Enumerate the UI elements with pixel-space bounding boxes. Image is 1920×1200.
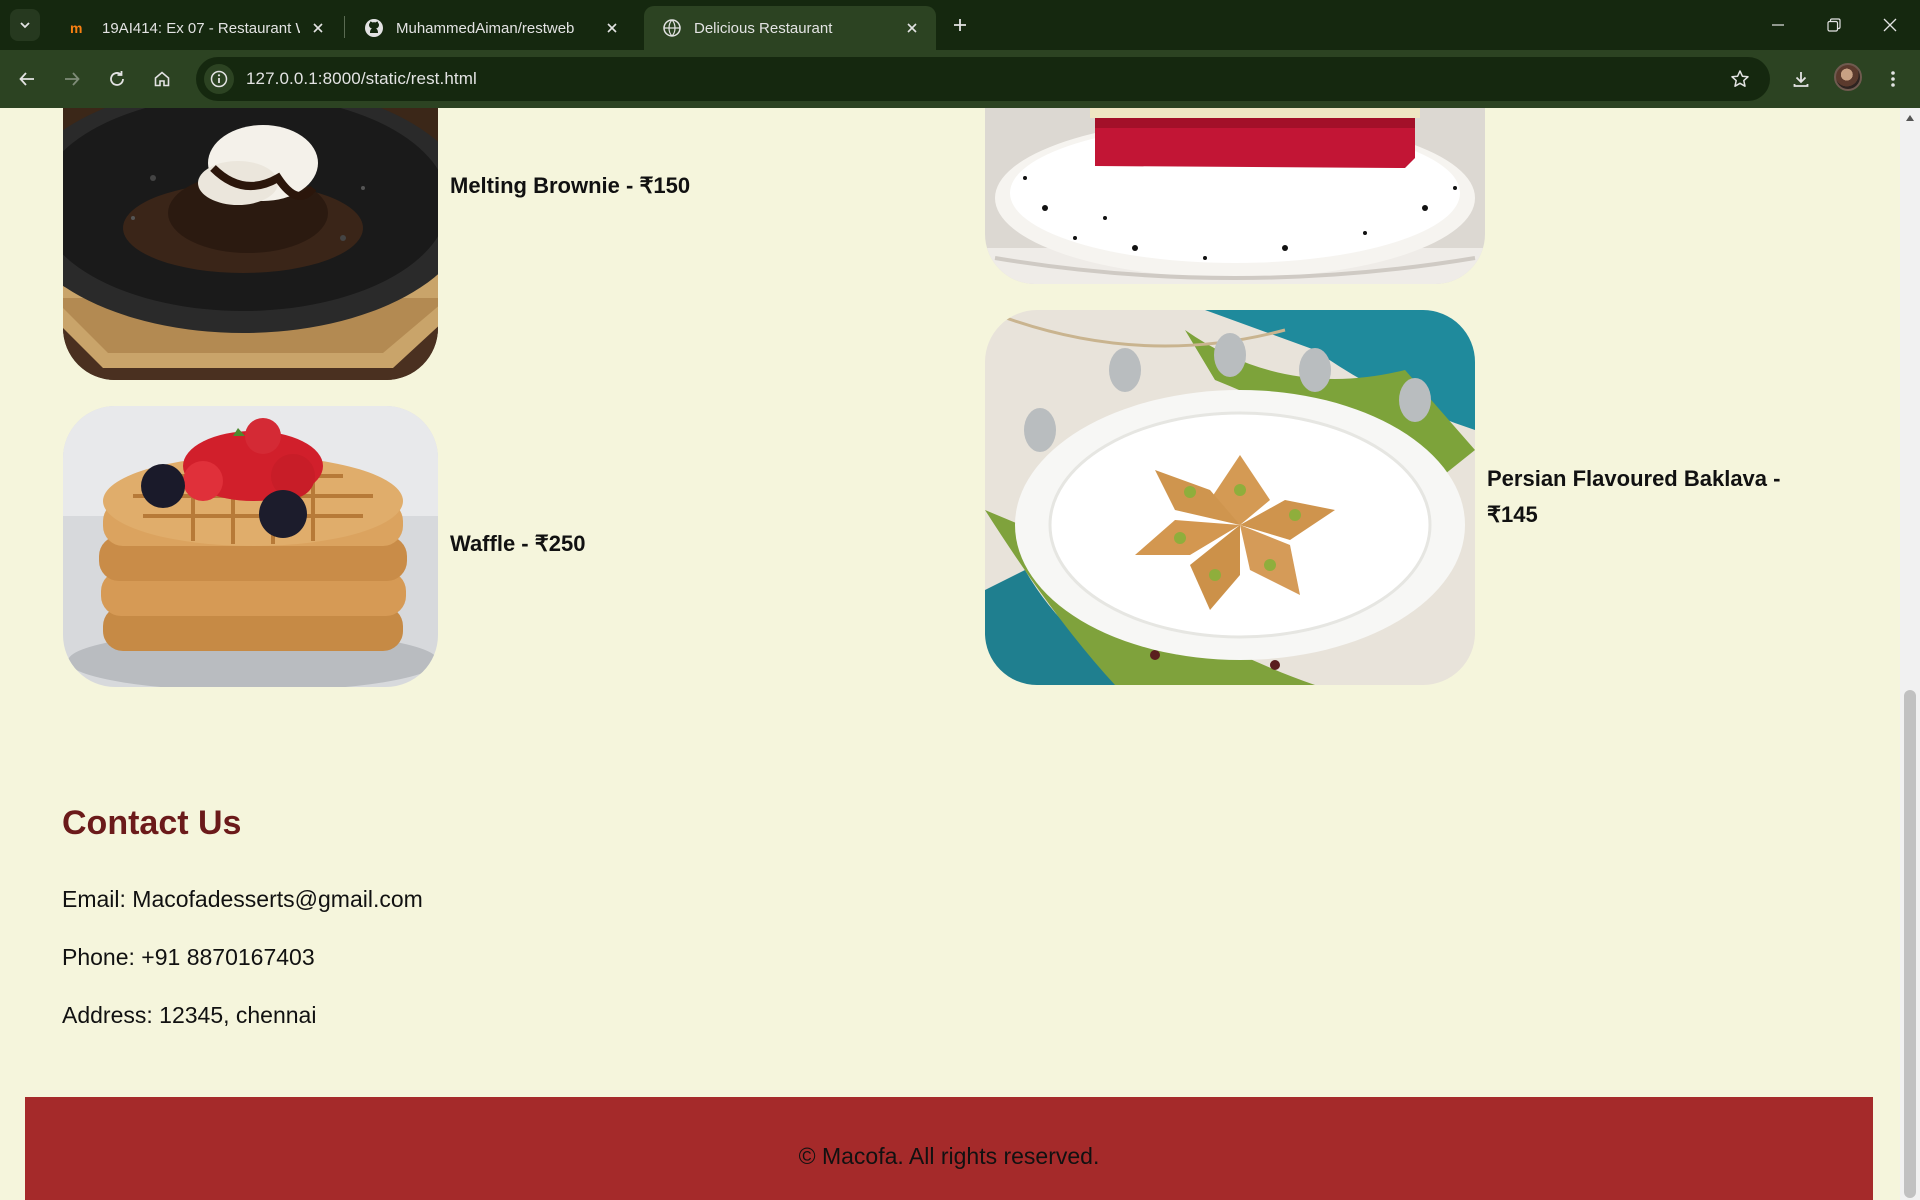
tab-title: MuhammedAiman/restweb xyxy=(396,19,575,37)
scrollbar-thumb[interactable] xyxy=(1904,690,1916,1198)
close-window-button[interactable] xyxy=(1862,0,1918,50)
minimize-icon xyxy=(1772,24,1784,26)
tab-separator xyxy=(344,16,345,38)
forward-button[interactable] xyxy=(55,62,89,96)
contact-heading: Contact Us xyxy=(62,804,242,842)
globe-icon xyxy=(662,18,682,38)
new-tab-button[interactable] xyxy=(946,11,974,39)
reload-icon xyxy=(110,71,124,86)
chevron-down-icon xyxy=(20,22,30,29)
page-footer: © Macofa. All rights reserved. xyxy=(25,1097,1873,1200)
back-button[interactable] xyxy=(10,62,44,96)
svg-text:m: m xyxy=(70,20,82,36)
waffle-image xyxy=(63,406,438,687)
site-info-icon[interactable] xyxy=(204,64,234,94)
close-icon xyxy=(1883,18,1897,32)
contact-address: Address: 12345, chennai xyxy=(62,1002,317,1028)
page-scrollbar[interactable] xyxy=(1900,108,1920,1200)
more-vertical-icon xyxy=(1891,71,1895,87)
tab-search-button[interactable] xyxy=(10,9,40,41)
menu-item-name: Melting Brownie - ₹150 xyxy=(450,173,691,198)
bookmark-star-icon[interactable] xyxy=(1726,65,1754,93)
home-icon xyxy=(154,71,170,87)
tab-moodle[interactable]: m 19AI414: Ex 07 - Restaurant Web xyxy=(52,6,342,50)
moodle-icon: m xyxy=(70,18,90,38)
melting-brownie-image xyxy=(63,108,438,380)
arrow-left-icon xyxy=(19,72,34,86)
arrow-right-icon xyxy=(65,72,80,86)
restore-icon xyxy=(1827,18,1841,32)
tab-title: 19AI414: Ex 07 - Restaurant Web xyxy=(102,19,300,37)
tab-github[interactable]: MuhammedAiman/restweb xyxy=(346,6,636,50)
footer-copyright: © Macofa. All rights reserved. xyxy=(798,1143,1100,1169)
github-icon xyxy=(364,18,384,38)
profile-avatar[interactable] xyxy=(1834,63,1862,91)
baklava-image xyxy=(985,310,1475,685)
browser-tab-bar: m 19AI414: Ex 07 - Restaurant Web Muhamm… xyxy=(0,0,1920,50)
close-icon[interactable] xyxy=(902,18,922,38)
reload-button[interactable] xyxy=(100,62,134,96)
menu-item-name: Waffle - ₹250 xyxy=(450,531,586,556)
close-icon[interactable] xyxy=(602,18,622,38)
page-content: Melting Brownie - ₹150 Waffle - ₹250 Per… xyxy=(0,108,1900,1200)
tab-title: Delicious Restaurant xyxy=(694,19,833,37)
close-icon[interactable] xyxy=(308,18,328,38)
url-text[interactable]: 127.0.0.1:8000/static/rest.html xyxy=(246,69,477,89)
restore-button[interactable] xyxy=(1806,0,1862,50)
menu-item-name: Persian Flavoured Baklava - ₹145 xyxy=(1487,466,1781,527)
home-button[interactable] xyxy=(145,62,179,96)
download-icon xyxy=(1793,72,1809,87)
minimize-button[interactable] xyxy=(1750,0,1806,50)
address-bar[interactable]: 127.0.0.1:8000/static/rest.html xyxy=(196,57,1770,101)
downloads-button[interactable] xyxy=(1784,62,1818,96)
menu-button[interactable] xyxy=(1876,62,1910,96)
contact-phone: Phone: +91 8870167403 xyxy=(62,944,315,970)
browser-toolbar: 127.0.0.1:8000/static/rest.html xyxy=(0,50,1920,108)
scroll-up-arrow-icon[interactable] xyxy=(1900,110,1920,126)
contact-email: Email: Macofadesserts@gmail.com xyxy=(62,886,423,912)
tab-delicious-restaurant[interactable]: Delicious Restaurant xyxy=(644,6,936,50)
plus-icon xyxy=(954,19,966,31)
cheesecake-image xyxy=(985,108,1485,284)
